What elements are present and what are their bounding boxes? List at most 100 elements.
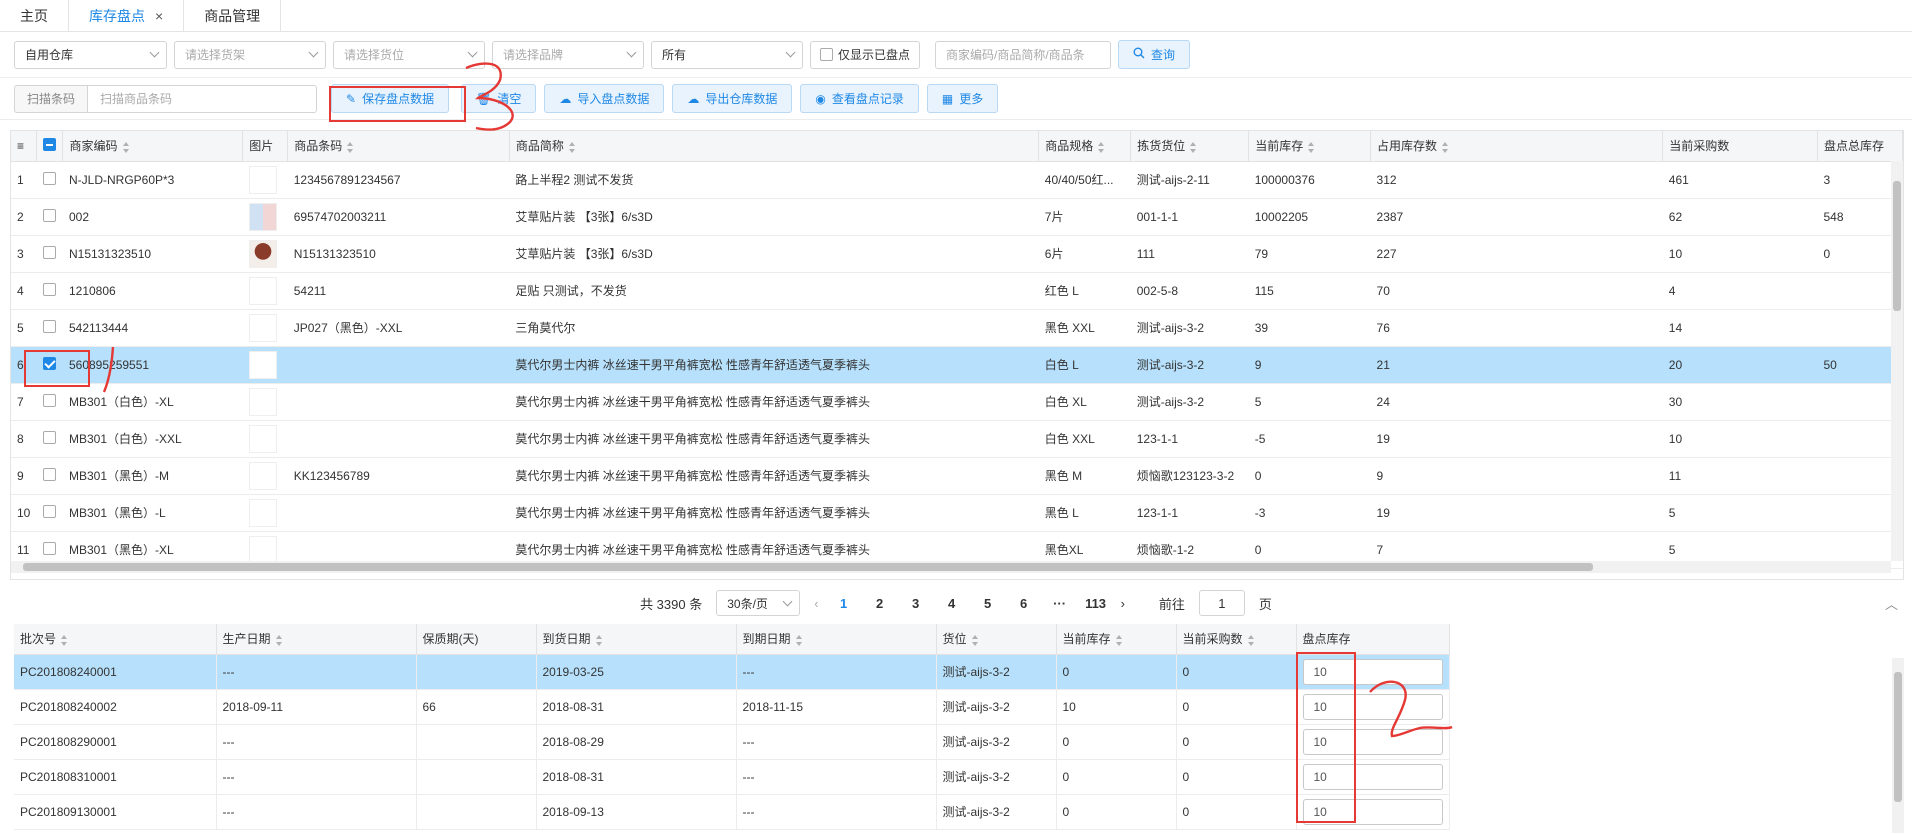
batch-row[interactable]: PC201808240002 2018-09-11 66 2018-08-31 2018…: [14, 689, 1450, 725]
status-select[interactable]: 所有: [651, 40, 803, 69]
row-checkbox-cell[interactable]: [36, 494, 63, 532]
only-checked-checkbox[interactable]: [820, 48, 833, 61]
col-header-barcode[interactable]: 商品条码: [287, 131, 510, 162]
tab-home[interactable]: 主页: [0, 0, 69, 31]
only-checked-toggle[interactable]: 仅显示已盘点: [810, 40, 921, 69]
scan-barcode-input[interactable]: 扫描商品条码: [87, 84, 318, 113]
sort-icon[interactable]: [275, 634, 283, 646]
col-header-location[interactable]: 拣货货位: [1130, 131, 1250, 162]
page-number[interactable]: 4: [941, 596, 963, 611]
check-qty-input[interactable]: 10: [1302, 693, 1443, 720]
location-select[interactable]: 请选择货位: [333, 40, 485, 69]
sort-icon[interactable]: [568, 141, 576, 153]
row-checkbox[interactable]: [42, 430, 56, 444]
table-row[interactable]: 10 MB301（黑色）-L 莫代尔男士内裤 冰丝速干男平角裤宽松 性感青年舒适透气…: [11, 494, 1903, 532]
prev-page-icon[interactable]: ‹: [814, 596, 818, 611]
select-all-checkbox[interactable]: [43, 137, 57, 151]
row-checkbox[interactable]: [42, 504, 56, 518]
row-checkbox[interactable]: [42, 319, 56, 333]
sort-icon[interactable]: [1190, 141, 1197, 153]
sort-icon[interactable]: [595, 634, 603, 646]
brand-select[interactable]: 请选择品牌: [492, 40, 644, 69]
row-checkbox-cell[interactable]: [36, 457, 63, 495]
col-header-batch-stock[interactable]: 当前库存: [1056, 624, 1177, 655]
col-header-batch[interactable]: 批次号: [14, 624, 217, 655]
row-checkbox[interactable]: [42, 208, 56, 222]
batch-row[interactable]: PC201808310001 --- 2018-08-31 --- 测试-aijs-3-…: [14, 759, 1450, 795]
row-checkbox[interactable]: [42, 393, 56, 407]
page-number[interactable]: 6: [1013, 596, 1035, 611]
row-checkbox[interactable]: [42, 245, 56, 259]
row-checkbox-cell[interactable]: [36, 198, 63, 236]
sort-icon[interactable]: [1247, 634, 1255, 646]
batch-row[interactable]: PC201808290001 --- 2018-08-29 --- 测试-aijs-3-…: [14, 724, 1450, 760]
col-header-spec[interactable]: 商品规格: [1038, 131, 1132, 162]
sort-icon[interactable]: [971, 634, 979, 646]
sort-icon[interactable]: [1442, 141, 1449, 153]
sort-icon[interactable]: [347, 141, 354, 153]
check-qty-input[interactable]: 10: [1302, 763, 1443, 790]
check-qty-input[interactable]: 10: [1302, 728, 1443, 755]
batch-row[interactable]: PC201808240001 --- 2019-03-25 --- 测试-aijs-3-…: [14, 654, 1450, 690]
col-header-occupied[interactable]: 占用库存数: [1370, 131, 1664, 162]
table-row[interactable]: 8 MB301（白色）-XXL 莫代尔男士内裤 冰丝速干男平角裤宽松 性感青年舒适透…: [11, 420, 1903, 458]
page-number[interactable]: 113: [1085, 596, 1107, 611]
next-page-icon[interactable]: ›: [1121, 596, 1125, 611]
col-header-arrive-date[interactable]: 到货日期: [536, 624, 737, 655]
export-warehouse-data-button[interactable]: ☁ 导出仓库数据: [672, 84, 793, 113]
batch-vertical-scrollbar[interactable]: [1892, 658, 1904, 833]
page-size-select[interactable]: 30条/页: [716, 590, 801, 616]
col-header-stock[interactable]: 当前库存: [1248, 131, 1372, 162]
goto-page-input[interactable]: 1: [1198, 590, 1245, 616]
row-checkbox-cell[interactable]: [36, 420, 63, 458]
scrollbar-thumb[interactable]: [1894, 672, 1902, 802]
sort-icon[interactable]: [1115, 634, 1123, 646]
row-checkbox-cell[interactable]: [36, 309, 63, 347]
warehouse-select[interactable]: 自用仓库: [14, 40, 167, 69]
sort-icon[interactable]: [795, 634, 803, 646]
sort-icon[interactable]: [1098, 141, 1105, 153]
page-number[interactable]: 1: [833, 596, 855, 611]
shelf-select[interactable]: 请选择货架: [174, 40, 326, 69]
collapse-icon[interactable]: ︿: [1885, 594, 1898, 613]
table-row[interactable]: 3 N15131323510 N15131323510 艾草贴片装 【3张】6/s3D…: [11, 235, 1903, 273]
col-header-batch-location[interactable]: 货位: [936, 624, 1057, 655]
import-check-data-button[interactable]: ☁ 导入盘点数据: [544, 84, 665, 113]
table-row[interactable]: 1 N-JLD-NRGP60P*3 1234567891234567 路上半程2 测试…: [11, 161, 1903, 199]
page-number[interactable]: 3: [905, 596, 927, 611]
table-row[interactable]: 9 MB301（黑色）-M KK123456789 莫代尔男士内裤 冰丝速干男平角裤宽…: [11, 457, 1903, 495]
row-checkbox[interactable]: [42, 467, 56, 481]
tab-product-management[interactable]: 商品管理: [184, 0, 282, 31]
query-button[interactable]: 查询: [1118, 40, 1191, 69]
select-all-cell[interactable]: [36, 131, 64, 162]
row-checkbox-cell[interactable]: [36, 346, 63, 384]
view-check-records-button[interactable]: ◉ 查看盘点记录: [800, 84, 919, 113]
row-checkbox-cell[interactable]: [36, 383, 63, 421]
page-number[interactable]: 5: [977, 596, 999, 611]
table-row[interactable]: 7 MB301（白色）-XL 莫代尔男士内裤 冰丝速干男平角裤宽松 性感青年舒适透气…: [11, 383, 1903, 421]
col-header-batch-purchase[interactable]: 当前采购数: [1176, 624, 1297, 655]
check-qty-input[interactable]: 10: [1302, 798, 1443, 825]
scrollbar-thumb[interactable]: [23, 563, 1593, 571]
search-input[interactable]: 商家编码/商品简称/商品条: [935, 40, 1112, 69]
row-checkbox-cell[interactable]: [36, 161, 63, 199]
row-checkbox[interactable]: [42, 541, 56, 555]
table-row[interactable]: 2 002 69574702003211 艾草贴片装 【3张】6/s3D 7片 001-1…: [11, 198, 1903, 236]
table-row[interactable]: 6 560895259551 莫代尔男士内裤 冰丝速干男平角裤宽松 性感青年舒适透气…: [11, 346, 1903, 384]
horizontal-scrollbar[interactable]: [11, 561, 1891, 573]
batch-row[interactable]: PC201809130001 --- 2018-09-13 --- 测试-aijs-3-…: [14, 794, 1450, 830]
save-check-data-button[interactable]: ✎ 保存盘点数据: [331, 84, 450, 113]
col-header-prod-date[interactable]: 生产日期: [216, 624, 417, 655]
close-icon[interactable]: ×: [155, 8, 163, 24]
table-row[interactable]: 4 1210806 54211 足贴 只测试，不发货 红色 L 002-5-8 115 70 4: [11, 272, 1903, 310]
col-header-code[interactable]: 商家编码: [62, 131, 244, 162]
row-checkbox-cell[interactable]: [36, 235, 63, 273]
check-qty-input[interactable]: 10: [1302, 658, 1443, 685]
row-checkbox[interactable]: [42, 171, 56, 185]
row-checkbox[interactable]: [42, 282, 56, 296]
page-number[interactable]: 2: [869, 596, 891, 611]
more-button[interactable]: ▦ 更多: [926, 84, 999, 113]
scrollbar-thumb[interactable]: [1893, 181, 1901, 311]
row-checkbox-cell[interactable]: [36, 272, 63, 310]
tab-inventory-check[interactable]: 库存盘点 ×: [69, 0, 185, 31]
